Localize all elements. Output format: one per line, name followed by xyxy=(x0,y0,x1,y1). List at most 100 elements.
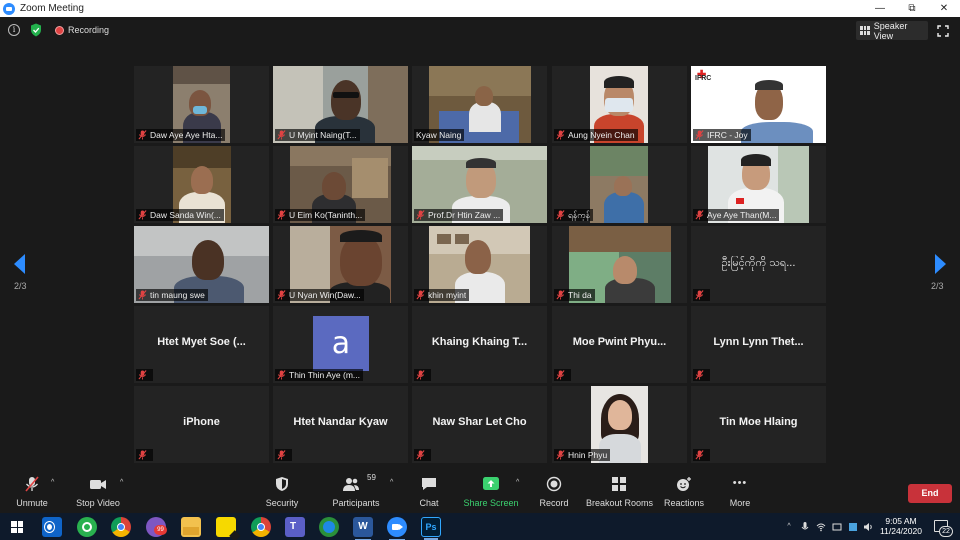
chrome-app-icon[interactable] xyxy=(111,517,131,537)
participant-tile[interactable]: Thi da xyxy=(552,226,687,303)
security-button[interactable]: Security xyxy=(260,470,304,513)
word-app-icon[interactable]: W xyxy=(353,517,373,540)
participant-tile[interactable]: tin maung swe xyxy=(134,226,269,303)
zoom-app-icon[interactable] xyxy=(387,517,407,540)
unmute-button[interactable]: Unmute xyxy=(10,470,54,513)
teams-app-icon[interactable]: T xyxy=(285,517,305,537)
participant-name-label: Kyaw Naing xyxy=(414,129,465,141)
notification-tray-icon[interactable] xyxy=(848,522,858,532)
tray-overflow-caret-icon[interactable]: ^ xyxy=(784,522,794,532)
video-options-caret[interactable]: ^ xyxy=(120,479,123,486)
participant-tile[interactable]: Daw Sanda Win(... xyxy=(134,146,269,223)
participant-name-label: Aye Aye Than(M... xyxy=(693,209,780,221)
next-page-arrow-icon[interactable] xyxy=(934,253,948,275)
meeting-info-icon[interactable]: i xyxy=(8,24,20,36)
whatsapp-app-icon[interactable] xyxy=(77,517,97,537)
participant-name-label xyxy=(414,449,431,461)
photoshop-app-icon[interactable]: Ps xyxy=(421,517,441,540)
network-tray-icon[interactable] xyxy=(832,522,842,532)
muted-mic-icon xyxy=(416,290,425,300)
sticky-notes-app-icon[interactable] xyxy=(216,517,241,540)
previous-page-arrow-icon[interactable] xyxy=(12,253,26,275)
participant-tile[interactable]: Htet Nandar Kyaw xyxy=(273,386,408,463)
participant-tile[interactable]: Aung Nyein Chan xyxy=(552,66,687,143)
taskbar-clock[interactable]: 9:05 AM 11/24/2020 xyxy=(873,516,929,536)
share-screen-icon xyxy=(483,477,499,490)
participant-name-label: ရန်ကုန် xyxy=(554,209,593,221)
participant-tile[interactable]: ✚ IFRC IFRC - Joy xyxy=(691,66,826,143)
microphone-tray-icon[interactable] xyxy=(800,522,810,532)
participant-name-display: iPhone xyxy=(183,416,220,428)
unmute-label: Unmute xyxy=(16,498,48,508)
participant-name-display: Naw Shar Let Cho xyxy=(432,416,527,428)
end-meeting-button[interactable]: End xyxy=(908,484,952,503)
stop-video-button[interactable]: Stop Video xyxy=(74,470,122,513)
participant-tile[interactable]: khin myint xyxy=(412,226,547,303)
participant-name-label: Thi da xyxy=(554,289,595,301)
muted-mic-icon xyxy=(277,370,286,380)
edge-app-icon[interactable] xyxy=(319,517,339,537)
record-button[interactable]: Record xyxy=(534,470,574,513)
participant-tile[interactable]: ရန်ကုန် xyxy=(552,146,687,223)
participant-name-display: Khaing Khaing T... xyxy=(431,336,528,348)
grid-view-icon xyxy=(860,26,870,35)
reactions-label: Reactions xyxy=(663,498,705,508)
breakout-rooms-button[interactable]: Breakout Rooms xyxy=(586,470,653,513)
participant-tile[interactable]: a Thin Thin Aye (m... xyxy=(273,306,408,383)
participant-tile[interactable]: ဦးမြင့်ကိုကို သရ... xyxy=(691,226,826,303)
participants-options-caret[interactable]: ^ xyxy=(390,479,393,486)
restore-button[interactable]: ⧉ xyxy=(896,0,928,17)
viber-app-icon[interactable]: 99 xyxy=(146,517,167,537)
volume-tray-icon[interactable] xyxy=(863,522,873,532)
participant-tile[interactable]: Khaing Khaing T... xyxy=(412,306,547,383)
participant-tile[interactable]: Kyaw Naing xyxy=(412,66,547,143)
chat-button[interactable]: Chat xyxy=(410,470,448,513)
chrome-profile-app-icon[interactable] xyxy=(251,517,271,537)
minimize-button[interactable]: — xyxy=(864,0,896,17)
record-label: Record xyxy=(539,498,569,508)
participant-name-label xyxy=(554,369,571,381)
video-camera-icon xyxy=(90,480,106,489)
participant-tile[interactable]: U Eim Ko(Taninth... xyxy=(273,146,408,223)
reactions-button[interactable]: Reactions xyxy=(662,470,706,513)
participant-name-label xyxy=(693,289,710,301)
participant-tile[interactable]: Htet Myet Soe (... xyxy=(134,306,269,383)
fullscreen-icon[interactable] xyxy=(937,25,949,37)
page-indicator-left: 2/3 xyxy=(14,281,27,291)
share-screen-button[interactable]: Share Screen xyxy=(463,470,519,513)
participant-tile[interactable]: Naw Shar Let Cho xyxy=(412,386,547,463)
meeting-toolbar: Unmute ^ Stop Video ^ Security Participa… xyxy=(0,470,960,513)
wifi-tray-icon[interactable] xyxy=(816,522,826,532)
audio-options-caret[interactable]: ^ xyxy=(51,479,54,486)
speaker-view-button[interactable]: Speaker View xyxy=(856,20,928,41)
speaker-view-label: Speaker View xyxy=(873,20,908,41)
participant-tile[interactable]: Prof.Dr Htin Zaw ... xyxy=(412,146,547,223)
participant-name-display: Htet Nandar Kyaw xyxy=(293,416,388,428)
recording-label[interactable]: Recording xyxy=(68,25,109,35)
close-button[interactable]: ✕ xyxy=(928,0,960,17)
participant-tile[interactable]: Daw Aye Aye Hta... xyxy=(134,66,269,143)
meeting-info-bar: i Recording Speaker View xyxy=(0,17,960,45)
encryption-shield-icon[interactable] xyxy=(30,23,42,37)
participant-tile[interactable]: Moe Pwint Phyu... xyxy=(552,306,687,383)
participant-tile[interactable]: U Nyan Win(Daw... xyxy=(273,226,408,303)
muted-mic-icon xyxy=(138,290,147,300)
share-options-caret[interactable]: ^ xyxy=(516,479,519,486)
more-dots-icon: ••• xyxy=(732,477,748,489)
participant-name-label: Hnin Phyu xyxy=(554,449,611,461)
outlook-app-icon[interactable] xyxy=(42,517,62,537)
participant-tile[interactable]: Lynn Lynn Thet... xyxy=(691,306,826,383)
participant-tile[interactable]: Tin Moe Hlaing xyxy=(691,386,826,463)
muted-mic-icon xyxy=(556,290,565,300)
file-explorer-app-icon[interactable] xyxy=(181,517,201,537)
participant-tile[interactable]: iPhone xyxy=(134,386,269,463)
participant-tile[interactable]: Hnin Phyu xyxy=(552,386,687,463)
participant-tile[interactable]: U Myint Naing(T... xyxy=(273,66,408,143)
more-button[interactable]: ••• More xyxy=(722,470,758,513)
participant-tile[interactable]: Aye Aye Than(M... xyxy=(691,146,826,223)
participant-name-label: U Myint Naing(T... xyxy=(275,129,360,141)
participant-name-label: tin maung swe xyxy=(136,289,208,301)
participant-name-label: IFRC - Joy xyxy=(693,129,751,141)
windows-start-icon[interactable] xyxy=(11,521,23,533)
muted-mic-icon xyxy=(138,130,147,140)
